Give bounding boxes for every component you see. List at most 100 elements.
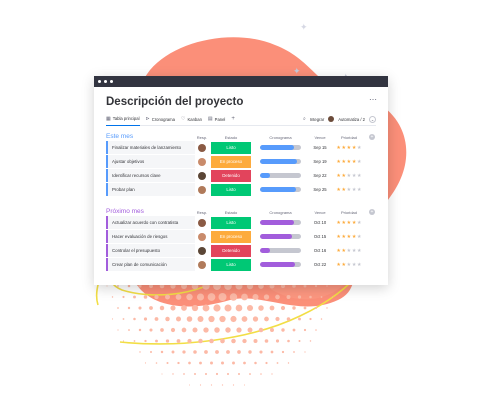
automations-button[interactable]: Automatiza / 2: [338, 117, 365, 122]
responsible-cell[interactable]: [195, 218, 209, 227]
window-dot-icon[interactable]: [104, 80, 107, 83]
star-icon[interactable]: ★: [347, 248, 352, 254]
timeline-cell[interactable]: [253, 234, 308, 239]
priority-rating[interactable]: ★ ★ ★ ★ ★: [332, 262, 366, 268]
due-date[interactable]: Sep 22: [308, 173, 332, 178]
timeline-cell[interactable]: [253, 262, 308, 267]
timeline-cell[interactable]: [253, 220, 308, 225]
column-header-status[interactable]: Estado: [209, 210, 253, 215]
star-icon[interactable]: ★: [336, 173, 341, 179]
timeline-cell[interactable]: [253, 248, 308, 253]
due-date[interactable]: Oct 22: [308, 262, 332, 267]
responsible-cell[interactable]: [195, 143, 209, 152]
tab-main-table[interactable]: ▦ Tabla principal: [106, 113, 140, 126]
avatar[interactable]: [198, 157, 206, 166]
status-badge[interactable]: Listo: [211, 258, 251, 271]
star-icon[interactable]: ★: [336, 187, 341, 193]
item-name[interactable]: Hacer evaluación de riesgos: [106, 230, 195, 243]
priority-rating[interactable]: ★ ★ ★ ★ ★: [332, 234, 366, 240]
star-icon[interactable]: ★: [352, 234, 357, 240]
status-badge[interactable]: En proceso: [211, 230, 251, 243]
timeline-cell[interactable]: [253, 145, 308, 150]
item-name[interactable]: Crear plan de comunicación: [106, 258, 195, 271]
table-row[interactable]: Ajustar objetivos En proceso Sep 19 ★ ★ ★ ★ ★: [106, 155, 376, 168]
due-date[interactable]: Sep 19: [308, 159, 332, 164]
column-header-due[interactable]: Vence: [308, 210, 332, 215]
star-icon[interactable]: ★: [352, 220, 357, 226]
priority-rating[interactable]: ★ ★ ★ ★ ★: [332, 159, 366, 165]
window-dot-icon[interactable]: [110, 80, 113, 83]
star-icon[interactable]: ★: [342, 220, 347, 226]
status-cell[interactable]: Detenido: [209, 169, 253, 182]
avatar[interactable]: [198, 218, 206, 227]
due-date[interactable]: Sep 15: [308, 145, 332, 150]
status-cell[interactable]: En proceso: [209, 230, 253, 243]
table-row[interactable]: Probar plan Listo Sep 25 ★ ★ ★ ★ ★: [106, 183, 376, 196]
search-icon[interactable]: ⌕: [303, 116, 306, 122]
star-icon[interactable]: ★: [357, 173, 362, 179]
avatar[interactable]: [198, 260, 206, 269]
priority-rating[interactable]: ★ ★ ★ ★ ★: [332, 220, 366, 226]
star-icon[interactable]: ★: [352, 159, 357, 165]
star-icon[interactable]: ★: [352, 262, 357, 268]
avatar[interactable]: [198, 143, 206, 152]
star-icon[interactable]: ★: [336, 159, 341, 165]
column-header-due[interactable]: Vence: [308, 135, 332, 140]
star-icon[interactable]: ★: [357, 159, 362, 165]
tab-dashboard[interactable]: ▤ Panel: [208, 113, 225, 126]
integrate-button[interactable]: Integrar: [310, 117, 324, 122]
status-cell[interactable]: Listo: [209, 258, 253, 271]
table-row[interactable]: Finalizar materiales de lanzamiento Listo…: [106, 141, 376, 154]
column-header-responsible[interactable]: Resp.: [195, 210, 209, 215]
table-row[interactable]: Hacer evaluación de riesgos En proceso Oct…: [106, 230, 376, 243]
column-header-status[interactable]: Estado: [209, 135, 253, 140]
star-icon[interactable]: ★: [342, 262, 347, 268]
add-view-icon[interactable]: +: [231, 116, 235, 122]
star-icon[interactable]: ★: [336, 220, 341, 226]
responsible-cell[interactable]: [195, 157, 209, 166]
item-name[interactable]: Actualizar acuerdo con contratista: [106, 216, 195, 229]
status-cell[interactable]: Listo: [209, 141, 253, 154]
responsible-cell[interactable]: [195, 260, 209, 269]
window-dot-icon[interactable]: [98, 80, 101, 83]
column-header-timeline[interactable]: Cronograma: [253, 210, 308, 215]
star-icon[interactable]: ★: [347, 145, 352, 151]
star-icon[interactable]: ★: [336, 145, 341, 151]
star-icon[interactable]: ★: [352, 187, 357, 193]
star-icon[interactable]: ★: [357, 248, 362, 254]
item-name[interactable]: Finalizar materiales de lanzamiento: [106, 141, 195, 154]
responsible-cell[interactable]: [195, 185, 209, 194]
star-icon[interactable]: ★: [347, 173, 352, 179]
star-icon[interactable]: ★: [357, 234, 362, 240]
status-cell[interactable]: En proceso: [209, 155, 253, 168]
star-icon[interactable]: ★: [352, 248, 357, 254]
item-name[interactable]: Identificar recursos clave: [106, 169, 195, 182]
column-header-responsible[interactable]: Resp.: [195, 135, 209, 140]
star-icon[interactable]: ★: [347, 234, 352, 240]
column-header-timeline[interactable]: Cronograma: [253, 135, 308, 140]
star-icon[interactable]: ★: [347, 159, 352, 165]
star-icon[interactable]: ★: [342, 248, 347, 254]
collapse-icon[interactable]: ⌄: [369, 115, 376, 123]
due-date[interactable]: Sep 25: [308, 187, 332, 192]
avatar[interactable]: [328, 116, 335, 122]
star-icon[interactable]: ★: [347, 220, 352, 226]
more-options-icon[interactable]: ⋯: [369, 95, 377, 104]
star-icon[interactable]: ★: [336, 234, 341, 240]
item-name[interactable]: Probar plan: [106, 183, 195, 196]
add-column-icon[interactable]: +: [369, 209, 375, 215]
priority-rating[interactable]: ★ ★ ★ ★ ★: [332, 187, 366, 193]
star-icon[interactable]: ★: [342, 145, 347, 151]
star-icon[interactable]: ★: [342, 234, 347, 240]
timeline-cell[interactable]: [253, 187, 308, 192]
avatar[interactable]: [198, 246, 206, 255]
group-title[interactable]: Próximo mes: [106, 208, 195, 215]
priority-rating[interactable]: ★ ★ ★ ★ ★: [332, 248, 366, 254]
star-icon[interactable]: ★: [336, 262, 341, 268]
star-icon[interactable]: ★: [352, 145, 357, 151]
group-title[interactable]: Este mes: [106, 133, 195, 140]
table-row[interactable]: Actualizar acuerdo con contratista Listo O…: [106, 216, 376, 229]
star-icon[interactable]: ★: [357, 145, 362, 151]
avatar[interactable]: [198, 185, 206, 194]
status-badge[interactable]: Listo: [211, 141, 251, 154]
